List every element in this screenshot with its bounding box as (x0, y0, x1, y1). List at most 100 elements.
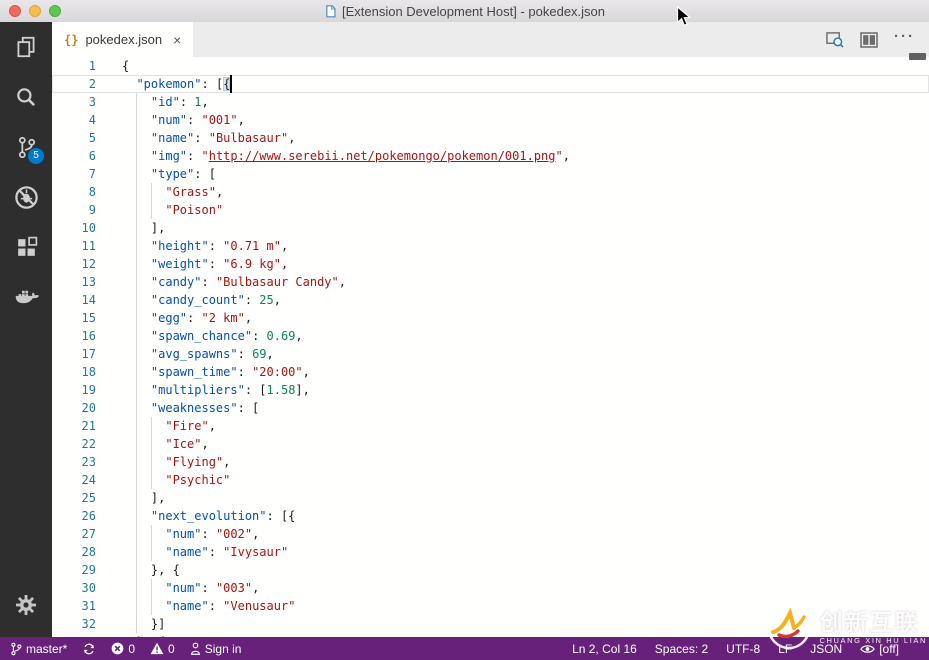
tab-close-icon[interactable]: × (173, 33, 181, 47)
code-line[interactable]: 26 "next_evolution": [{ (52, 507, 929, 525)
code-line[interactable]: 29 }, { (52, 561, 929, 579)
scrollbar-cursor-marker[interactable] (909, 53, 926, 60)
code-text[interactable]: "Poison" (122, 201, 929, 219)
open-preview-icon[interactable] (825, 31, 844, 48)
code-line[interactable]: 17 "avg_spawns": 69, (52, 345, 929, 363)
code-line[interactable]: 10 ], (52, 219, 929, 237)
indent-guide (136, 525, 137, 543)
minimize-window-button[interactable] (29, 5, 41, 17)
code-line[interactable]: 7 "type": [ (52, 165, 929, 183)
code-text[interactable]: "Grass", (122, 183, 929, 201)
code-text[interactable]: "candy_count": 25, (122, 291, 929, 309)
code-text[interactable]: "Psychic" (122, 471, 929, 489)
settings-gear-icon[interactable] (0, 585, 52, 625)
warnings-item[interactable]: 0 (150, 642, 175, 656)
code-line[interactable]: 6 "img": "http://www.serebii.net/pokemon… (52, 147, 929, 165)
code-token: "spawn_time" (151, 365, 238, 379)
eol-item[interactable]: LF (778, 642, 792, 656)
code-line[interactable]: 32 }] (52, 615, 929, 633)
code-token: : (209, 257, 223, 271)
code-text[interactable]: "pokemon": [{ (122, 75, 929, 93)
code-line[interactable]: 9 "Poison" (52, 201, 929, 219)
code-text[interactable]: "Flying", (122, 453, 929, 471)
editor[interactable]: 1{2 "pokemon": [{3 "id": 1,4 "num": "001… (52, 57, 929, 637)
explorer-icon[interactable] (0, 22, 52, 72)
code-text[interactable]: "name": "Bulbasaur", (122, 129, 929, 147)
code-text[interactable]: "num": "003", (122, 579, 929, 597)
split-editor-icon[interactable] (860, 32, 878, 48)
code-line[interactable]: 14 "candy_count": 25, (52, 291, 929, 309)
code-text[interactable]: "img": "http://www.serebii.net/pokemongo… (122, 147, 929, 165)
code-line[interactable]: 20 "weaknesses": [ (52, 399, 929, 417)
code-line[interactable]: 31 "name": "Venusaur" (52, 597, 929, 615)
code-line[interactable]: 3 "id": 1, (52, 93, 929, 111)
docker-icon[interactable] (0, 272, 52, 322)
code-text[interactable]: ], (122, 219, 929, 237)
code-line[interactable]: 22 "Ice", (52, 435, 929, 453)
cursor-position-item[interactable]: Ln 2, Col 16 (572, 642, 637, 656)
code-line[interactable]: 1{ (52, 57, 929, 75)
errors-item[interactable]: 0 (111, 642, 135, 656)
code-line[interactable]: 25 ], (52, 489, 929, 507)
code-line[interactable]: 27 "num": "002", (52, 525, 929, 543)
code-line[interactable]: 18 "spawn_time": "20:00", (52, 363, 929, 381)
tab-pokedex-json[interactable]: {} pokedex.json × (52, 22, 193, 57)
code-line[interactable]: 28 "name": "Ivysaur" (52, 543, 929, 561)
code-line[interactable]: 8 "Grass", (52, 183, 929, 201)
code-text[interactable]: }] (122, 615, 929, 633)
code-line[interactable]: 2 "pokemon": [{ (52, 75, 929, 93)
code-text[interactable]: "name": "Venusaur" (122, 597, 929, 615)
code-text[interactable]: "id": 1, (122, 93, 929, 111)
extensions-icon[interactable] (0, 222, 52, 272)
code-text[interactable]: "weight": "6.9 kg", (122, 255, 929, 273)
code-text[interactable]: "candy": "Bulbasaur Candy", (122, 273, 929, 291)
code-text[interactable]: ], (122, 489, 929, 507)
language-mode-item[interactable]: JSON (810, 642, 842, 656)
code-token (122, 545, 165, 559)
source-control-icon[interactable]: 5 (0, 122, 52, 172)
line-number: 8 (52, 183, 96, 201)
code-text[interactable]: "Fire", (122, 417, 929, 435)
sync-item[interactable] (82, 642, 96, 656)
code-line[interactable]: 15 "egg": "2 km", (52, 309, 929, 327)
code-text[interactable]: "avg_spawns": 69, (122, 345, 929, 363)
code-text[interactable]: "next_evolution": [{ (122, 507, 929, 525)
sign-in-item[interactable]: Sign in (190, 642, 242, 656)
code-line[interactable]: 13 "candy": "Bulbasaur Candy", (52, 273, 929, 291)
code-line[interactable]: 11 "height": "0.71 m", (52, 237, 929, 255)
code-text[interactable]: }, { (122, 561, 929, 579)
indentation-item[interactable]: Spaces: 2 (655, 642, 708, 656)
code-text[interactable]: "weaknesses": [ (122, 399, 929, 417)
code-text[interactable]: "num": "001", (122, 111, 929, 129)
code-text[interactable]: "type": [ (122, 165, 929, 183)
code-text[interactable]: "num": "002", (122, 525, 929, 543)
code-line[interactable]: 4 "num": "001", (52, 111, 929, 129)
code-text[interactable]: "egg": "2 km", (122, 309, 929, 327)
code-line[interactable]: 23 "Flying", (52, 453, 929, 471)
encoding-item[interactable]: UTF-8 (726, 642, 760, 656)
code-text[interactable]: "Ice", (122, 435, 929, 453)
zoom-window-button[interactable] (49, 5, 61, 17)
debug-icon[interactable] (0, 172, 52, 222)
search-icon[interactable] (0, 72, 52, 122)
git-branch-item[interactable]: master* (10, 642, 67, 656)
code-line[interactable]: 24 "Psychic" (52, 471, 929, 489)
code-line[interactable]: 30 "num": "003", (52, 579, 929, 597)
code-line[interactable]: 16 "spawn_chance": 0.69, (52, 327, 929, 345)
code-text[interactable]: "spawn_time": "20:00", (122, 363, 929, 381)
screencast-item[interactable]: [off] (860, 642, 899, 656)
code-token: "002" (216, 527, 252, 541)
status-bar-right: Ln 2, Col 16 Spaces: 2 UTF-8 LF JSON [of… (572, 642, 929, 656)
code-text[interactable]: "height": "0.71 m", (122, 237, 929, 255)
code-line[interactable]: 5 "name": "Bulbasaur", (52, 129, 929, 147)
code-text[interactable]: "name": "Ivysaur" (122, 543, 929, 561)
more-actions-icon[interactable]: ··· (894, 29, 915, 50)
code-line[interactable]: 12 "weight": "6.9 kg", (52, 255, 929, 273)
code-text[interactable]: "multipliers": [1.58], (122, 381, 929, 399)
code-line[interactable]: 21 "Fire", (52, 417, 929, 435)
close-window-button[interactable] (9, 5, 21, 17)
code-text[interactable]: { (122, 57, 929, 75)
code-text[interactable]: "spawn_chance": 0.69, (122, 327, 929, 345)
code-line[interactable]: 19 "multipliers": [1.58], (52, 381, 929, 399)
line-number: 10 (52, 219, 96, 237)
